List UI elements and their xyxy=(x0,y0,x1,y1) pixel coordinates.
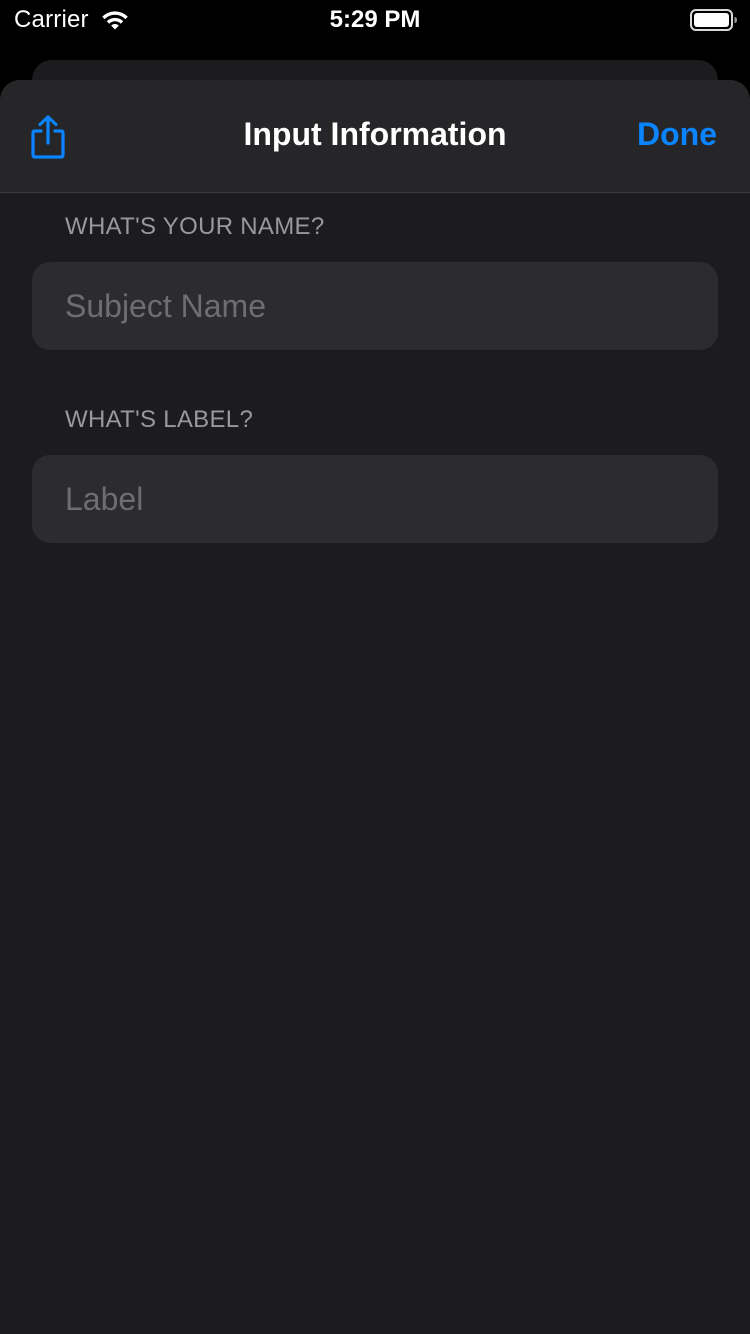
label-section-header: WHAT'S LABEL? xyxy=(65,406,254,433)
screen: Carrier 5:29 PM Input Information Done W… xyxy=(0,0,750,1334)
status-time: 5:29 PM xyxy=(329,6,421,33)
subject-name-input[interactable] xyxy=(32,262,718,350)
nav-bar: Input Information Done xyxy=(0,80,750,193)
done-button[interactable]: Done xyxy=(637,116,717,153)
name-section-header: WHAT'S YOUR NAME? xyxy=(65,213,325,240)
label-input[interactable] xyxy=(32,455,718,543)
battery-icon xyxy=(690,9,737,31)
status-bar: Carrier 5:29 PM xyxy=(0,0,750,40)
input-information-sheet: Input Information Done WHAT'S YOUR NAME?… xyxy=(0,80,750,1334)
